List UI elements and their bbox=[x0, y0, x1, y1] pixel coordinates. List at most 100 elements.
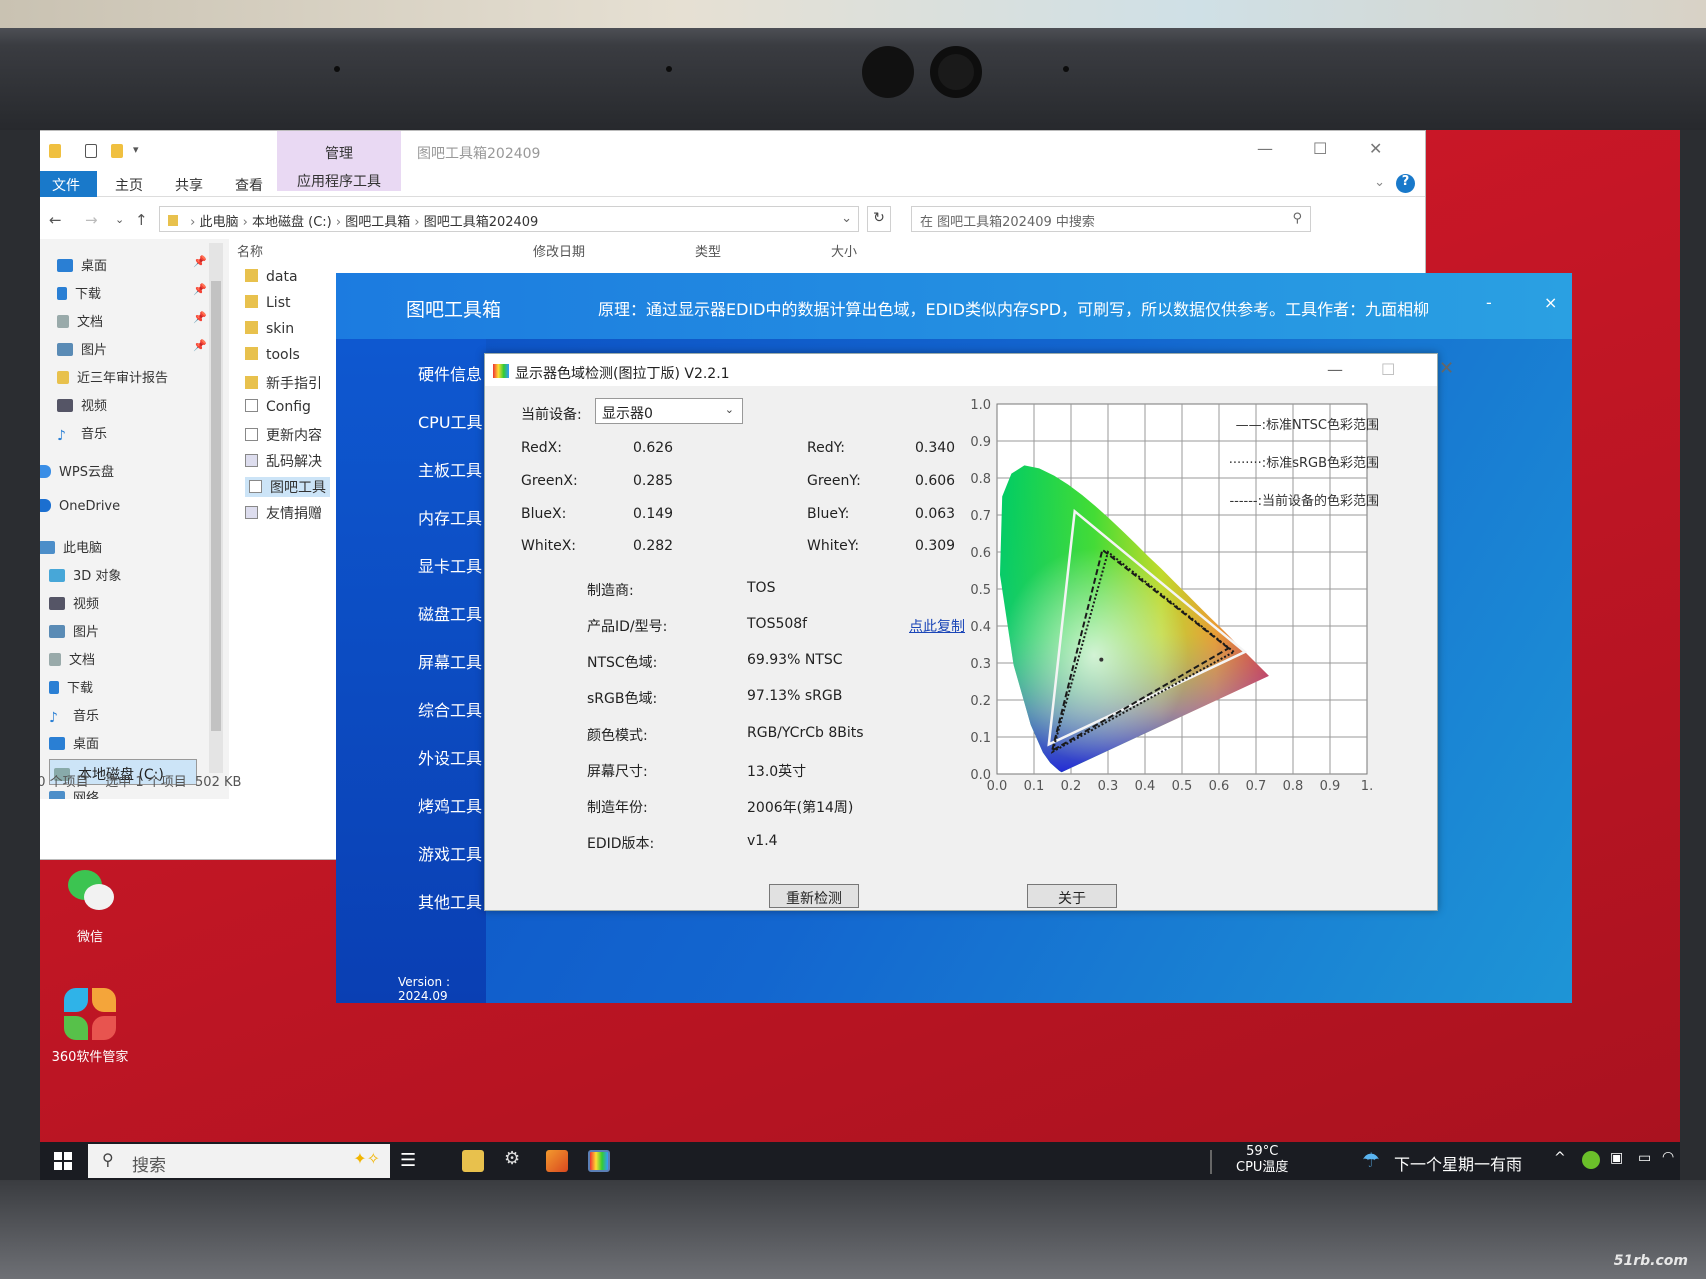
menu-hardware-info[interactable]: 硬件信息 bbox=[418, 361, 482, 385]
menu-screen-tools[interactable]: 屏幕工具 bbox=[418, 649, 482, 673]
tab-share[interactable]: 共享 bbox=[175, 175, 203, 195]
refresh-icon[interactable]: ↻ bbox=[867, 206, 891, 232]
sidebar-item-music[interactable]: ♪ 音乐 bbox=[57, 423, 107, 445]
list-item[interactable]: tools bbox=[245, 347, 300, 363]
file-explorer-taskbar-icon[interactable] bbox=[462, 1150, 484, 1172]
minimize-icon[interactable]: — bbox=[1257, 139, 1273, 158]
menu-cpu-tools[interactable]: CPU工具 bbox=[418, 409, 483, 433]
minimize-icon[interactable]: — bbox=[1327, 360, 1343, 379]
sidebar-scrollbar-thumb[interactable] bbox=[211, 281, 221, 731]
sidebar-item-documents[interactable]: 文档 📌 bbox=[57, 311, 207, 333]
dialog-title: 显示器色域检测(图拉丁版) V2.2.1 bbox=[515, 366, 730, 382]
redetect-button[interactable]: 重新检测 bbox=[769, 884, 859, 908]
sidebar-item-music-2[interactable]: ♪ 音乐 bbox=[49, 705, 99, 727]
properties-icon[interactable] bbox=[85, 144, 97, 158]
address-bar[interactable]: › 此电脑 › 本地磁盘 (C:) › 图吧工具箱 › 图吧工具箱202409 … bbox=[159, 206, 859, 232]
menu-memory-tools[interactable]: 内存工具 bbox=[418, 505, 482, 529]
maximize-icon[interactable]: ☐ bbox=[1313, 139, 1327, 158]
forward-arrow-icon[interactable]: → bbox=[85, 211, 98, 229]
close-icon[interactable]: × bbox=[1544, 293, 1557, 312]
wifi-icon[interactable]: ◠ bbox=[1662, 1149, 1674, 1165]
search-input[interactable]: 在 图吧工具箱202409 中搜索 ⚲ bbox=[911, 206, 1311, 232]
folder-icon bbox=[245, 295, 258, 308]
recent-locations-icon[interactable]: ⌄ bbox=[115, 213, 124, 226]
quick-access-dropdown-icon[interactable]: ▾ bbox=[133, 143, 139, 156]
battery-icon[interactable]: ▭ bbox=[1638, 1150, 1651, 1166]
sidebar-item-pictures-2[interactable]: 图片 bbox=[49, 621, 99, 643]
status-bar: 10 个项目 选中 1 个项目 502 KB bbox=[40, 771, 241, 790]
close-icon[interactable]: ✕ bbox=[1369, 139, 1382, 158]
address-dropdown-icon[interactable]: ⌄ bbox=[841, 211, 852, 226]
sidebar-item-downloads-2[interactable]: 下载 bbox=[49, 677, 93, 699]
toolbox-taskbar-icon[interactable] bbox=[546, 1150, 568, 1172]
wechat-desktop-icon[interactable]: 微信 bbox=[40, 870, 140, 945]
sidebar-item-onedrive[interactable]: OneDrive bbox=[40, 499, 120, 521]
menu-peripheral-tools[interactable]: 外设工具 bbox=[418, 745, 482, 769]
network-monitor-icon[interactable]: ▣ bbox=[1610, 1150, 1623, 1166]
breadcrumb-local-disk[interactable]: 本地磁盘 (C:) bbox=[252, 215, 332, 230]
manufacturer-value: TOS bbox=[747, 580, 776, 596]
column-header-modified[interactable]: 修改日期 bbox=[533, 241, 585, 269]
breadcrumb-this-pc[interactable]: 此电脑 bbox=[199, 215, 238, 230]
list-item[interactable]: 乱码解决 bbox=[245, 451, 322, 471]
sidebar-item-audit-reports[interactable]: 近三年审计报告 bbox=[57, 367, 168, 389]
list-item[interactable]: skin bbox=[245, 321, 294, 337]
taskbar-search-input[interactable]: ⚲ 搜索 ✦✧ bbox=[88, 1144, 390, 1178]
menu-other-tools[interactable]: 其他工具 bbox=[418, 889, 482, 913]
sidebar-item-videos-2[interactable]: 视频 bbox=[49, 593, 99, 615]
list-item[interactable]: 友情捐赠 bbox=[245, 503, 322, 523]
start-icon[interactable] bbox=[54, 1152, 72, 1170]
360-desktop-icon[interactable]: 360软件管家 bbox=[40, 988, 140, 1065]
tab-home[interactable]: 主页 bbox=[115, 175, 143, 195]
menu-motherboard-tools[interactable]: 主板工具 bbox=[418, 457, 482, 481]
task-view-icon[interactable]: ☰ bbox=[400, 1150, 416, 1171]
tray-chevron-icon[interactable]: ^ bbox=[1554, 1150, 1566, 1166]
cpu-temp-value: 59°C bbox=[1246, 1144, 1279, 1159]
menu-game-tools[interactable]: 游戏工具 bbox=[418, 841, 482, 865]
breadcrumb-toolbox[interactable]: 图吧工具箱 bbox=[345, 215, 410, 230]
sidebar-item-documents-2[interactable]: 文档 bbox=[49, 649, 95, 671]
menu-stress-tools[interactable]: 烤鸡工具 bbox=[418, 793, 482, 817]
settings-gear-icon[interactable]: ⚙ bbox=[504, 1148, 526, 1170]
column-header-name[interactable]: 名称 bbox=[237, 241, 263, 269]
column-header-type[interactable]: 类型 bbox=[695, 241, 721, 269]
device-select[interactable]: 显示器0 ⌄ bbox=[595, 398, 743, 424]
tray-app-icon[interactable] bbox=[1582, 1151, 1600, 1169]
cpu-temperature[interactable]: 59°C CPU温度 bbox=[1236, 1144, 1288, 1176]
sidebar-item-wps-cloud[interactable]: WPS云盘 bbox=[40, 461, 114, 483]
weather-widget[interactable]: 下一个星期一有雨 bbox=[1394, 1151, 1522, 1175]
sidebar-item-videos[interactable]: 视频 bbox=[57, 395, 107, 417]
list-item[interactable]: List bbox=[245, 295, 290, 311]
help-icon[interactable]: ? bbox=[1396, 174, 1415, 193]
column-header-size[interactable]: 大小 bbox=[831, 241, 857, 269]
new-folder-icon[interactable] bbox=[111, 144, 123, 158]
maximize-icon[interactable]: ☐ bbox=[1381, 360, 1395, 379]
menu-general-tools[interactable]: 综合工具 bbox=[418, 697, 482, 721]
minimize-icon[interactable]: - bbox=[1486, 293, 1492, 312]
sidebar-item-desktop-2[interactable]: 桌面 bbox=[49, 733, 99, 755]
expand-ribbon-icon[interactable]: ⌄ bbox=[1374, 175, 1385, 190]
music-icon: ♪ bbox=[49, 710, 58, 726]
menu-disk-tools[interactable]: 磁盘工具 bbox=[418, 601, 482, 625]
sidebar-item-downloads[interactable]: 下载 📌 bbox=[57, 283, 207, 305]
gamut-tool-taskbar-icon[interactable] bbox=[588, 1150, 610, 1172]
list-item[interactable]: data bbox=[245, 269, 298, 285]
list-item-selected[interactable]: 图吧工具 bbox=[245, 477, 330, 497]
list-item[interactable]: 新手指引 bbox=[245, 373, 322, 393]
sidebar-item-3d-objects[interactable]: 3D 对象 bbox=[49, 565, 121, 587]
back-arrow-icon[interactable]: ← bbox=[49, 211, 62, 229]
up-arrow-icon[interactable]: ↑ bbox=[135, 211, 148, 229]
breadcrumb-toolbox-202409[interactable]: 图吧工具箱202409 bbox=[424, 215, 539, 230]
list-item[interactable]: 更新内容 bbox=[245, 425, 322, 445]
tab-file[interactable]: 文件 bbox=[40, 171, 97, 197]
bluey-label: BlueY: bbox=[807, 506, 850, 522]
sidebar-item-this-pc[interactable]: 此电脑 bbox=[40, 537, 102, 559]
sidebar-item-desktop[interactable]: 桌面 📌 bbox=[57, 255, 207, 277]
about-button[interactable]: 关于 bbox=[1027, 884, 1117, 908]
menu-gpu-tools[interactable]: 显卡工具 bbox=[418, 553, 482, 577]
tab-view[interactable]: 查看 bbox=[235, 175, 263, 195]
sidebar-item-pictures[interactable]: 图片 📌 bbox=[57, 339, 207, 361]
copy-link[interactable]: 点此复制 bbox=[909, 616, 965, 636]
close-icon[interactable]: ✕ bbox=[1439, 358, 1454, 379]
list-item[interactable]: Config bbox=[245, 399, 311, 415]
